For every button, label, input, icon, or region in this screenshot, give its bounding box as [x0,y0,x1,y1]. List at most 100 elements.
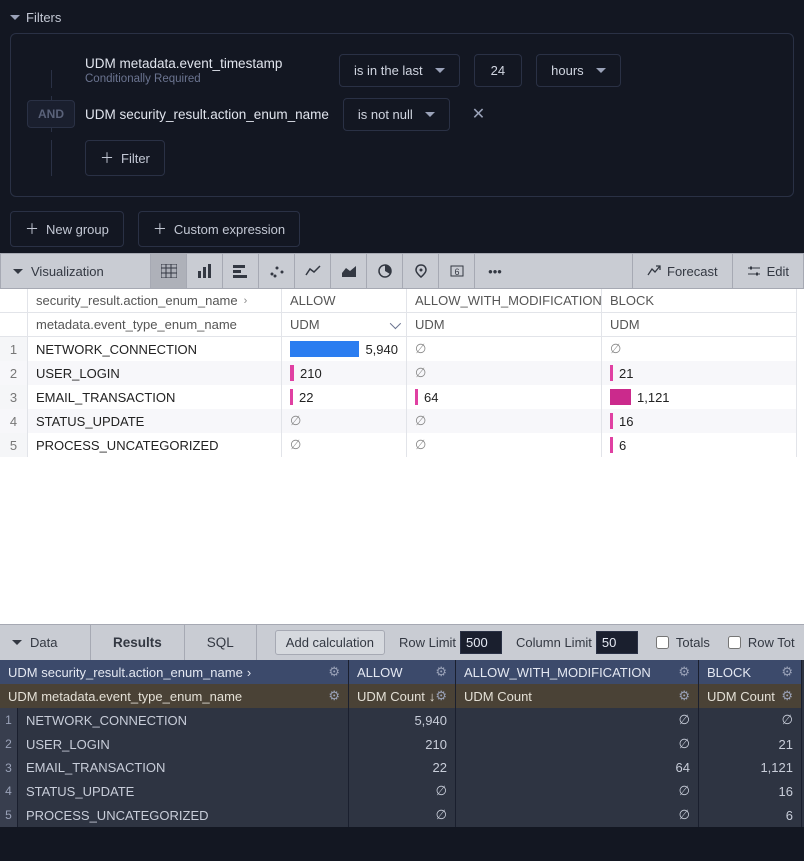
gear-icon[interactable]: ⚙ [781,664,793,680]
row-dim-header[interactable]: metadata.event_type_enum_name [28,313,282,337]
null-value: ∅ [290,437,301,453]
data-cell[interactable]: ∅ [456,779,699,803]
gear-icon[interactable]: ⚙ [328,664,340,680]
pivot-dim-header[interactable]: UDM security_result.action_enum_name ›⚙ [0,660,349,684]
data-cell[interactable]: ∅ [349,779,456,803]
gear-icon[interactable]: ⚙ [435,664,447,680]
data-cell[interactable]: 6 [602,433,797,457]
measure-header[interactable]: UDM [282,313,407,337]
pivot-value-header[interactable]: BLOCK [602,289,797,313]
data-cell[interactable]: 22 [282,385,407,409]
gear-icon[interactable]: ⚙ [678,688,690,704]
pivot-value-header[interactable]: ALLOW⚙ [349,660,456,684]
row-label[interactable]: USER_LOGIN [18,732,349,756]
row-totals-checkbox[interactable] [728,636,741,649]
data-cell[interactable]: ∅ [282,433,407,457]
measure-header[interactable]: UDM [407,313,602,337]
data-cell[interactable]: ∅ [407,433,602,457]
add-filter-button[interactable]: ＋ Filter [85,140,165,176]
data-cell[interactable]: 1,121 [602,385,797,409]
data-cell[interactable]: 16 [602,409,797,433]
map-chart-icon[interactable] [403,254,439,288]
visualization-collapse-toggle[interactable]: Visualization [1,254,151,288]
data-cell[interactable]: 64 [456,756,699,779]
data-cell[interactable]: 64 [407,385,602,409]
data-cell[interactable]: 210 [282,361,407,385]
add-calculation-button[interactable]: Add calculation [275,630,385,655]
data-cell[interactable]: ∅ [349,803,456,827]
gear-icon[interactable]: ⚙ [678,664,690,680]
bar-chart-icon[interactable] [223,254,259,288]
and-operator[interactable]: AND [27,100,75,128]
measure-header[interactable]: UDM Count⚙ [699,684,802,708]
data-cell[interactable]: 16 [699,779,802,803]
scatter-chart-icon[interactable] [259,254,295,288]
row-label[interactable]: EMAIL_TRANSACTION [28,385,282,409]
unit-select[interactable]: hours [536,54,621,87]
data-cell[interactable]: ∅ [456,803,699,827]
filters-collapse-toggle[interactable]: Filters [10,6,794,33]
pivot-value-header[interactable]: ALLOW_WITH_MODIFICATION⚙ [456,660,699,684]
line-chart-icon[interactable] [295,254,331,288]
data-cell[interactable]: ∅ [282,409,407,433]
data-cell[interactable]: 1,121 [699,756,802,779]
totals-checkbox[interactable] [656,636,669,649]
new-group-button[interactable]: ＋ New group [10,211,124,247]
filter-field-2[interactable]: UDM security_result.action_enum_name [85,107,329,122]
column-chart-icon[interactable] [187,254,223,288]
data-cell[interactable]: ∅ [602,337,797,361]
data-cell[interactable]: ∅ [699,708,802,732]
data-cell[interactable]: ∅ [456,708,699,732]
data-cell[interactable]: 21 [602,361,797,385]
row-label[interactable]: PROCESS_UNCATEGORIZED [28,433,282,457]
row-label[interactable]: PROCESS_UNCATEGORIZED [18,803,349,827]
data-cell[interactable]: 22 [349,756,456,779]
pivot-dim-header[interactable]: security_result.action_enum_name› [28,289,282,313]
row-number: 3 [0,756,18,779]
data-collapse-toggle[interactable]: Data [0,625,90,660]
row-label[interactable]: NETWORK_CONNECTION [18,708,349,732]
data-cell[interactable]: ∅ [407,337,602,361]
row-label[interactable]: USER_LOGIN [28,361,282,385]
single-value-icon[interactable]: 6 [439,254,475,288]
row-label[interactable]: STATUS_UPDATE [28,409,282,433]
area-chart-icon[interactable] [331,254,367,288]
data-cell[interactable]: ∅ [407,361,602,385]
data-cell[interactable]: 6 [699,803,802,827]
data-cell[interactable]: ∅ [456,732,699,756]
data-cell[interactable]: 5,940 [282,337,407,361]
tab-sql[interactable]: SQL [184,625,257,660]
measure-header[interactable]: UDM Count↓⚙ [349,684,456,708]
edit-button[interactable]: Edit [732,254,803,288]
operator-select[interactable]: is not null [343,98,450,131]
row-label[interactable]: EMAIL_TRANSACTION [18,756,349,779]
filter-field-1[interactable]: UDM metadata.event_timestamp Conditional… [85,56,325,85]
table-chart-icon[interactable] [151,254,187,288]
forecast-button[interactable]: Forecast [632,254,732,288]
remove-filter-button[interactable]: ✕ [464,100,493,128]
filter-value-input[interactable]: 24 [474,54,522,87]
measure-header[interactable]: UDM Count⚙ [456,684,699,708]
row-number: 1 [0,337,28,361]
custom-expression-button[interactable]: ＋ Custom expression [138,211,300,247]
pivot-value-header[interactable]: ALLOW [282,289,407,313]
row-dim-header[interactable]: UDM metadata.event_type_enum_name⚙ [0,684,349,708]
data-cell[interactable]: 210 [349,732,456,756]
column-limit-input[interactable] [596,631,638,654]
row-label[interactable]: STATUS_UPDATE [18,779,349,803]
measure-header[interactable]: UDM [602,313,797,337]
pivot-value-header[interactable]: ALLOW_WITH_MODIFICATION [407,289,602,313]
data-cell[interactable]: ∅ [407,409,602,433]
gear-icon[interactable]: ⚙ [328,688,340,704]
row-label[interactable]: NETWORK_CONNECTION [28,337,282,361]
data-cell[interactable]: 5,940 [349,708,456,732]
gear-icon[interactable]: ⚙ [781,688,793,704]
operator-select[interactable]: is in the last [339,54,460,87]
row-limit-input[interactable] [460,631,502,654]
tab-results[interactable]: Results [90,625,184,660]
pivot-value-header[interactable]: BLOCK⚙ [699,660,802,684]
more-chart-types-button[interactable]: ••• [475,254,515,288]
gear-icon[interactable]: ⚙ [435,688,447,704]
data-cell[interactable]: 21 [699,732,802,756]
pie-chart-icon[interactable] [367,254,403,288]
